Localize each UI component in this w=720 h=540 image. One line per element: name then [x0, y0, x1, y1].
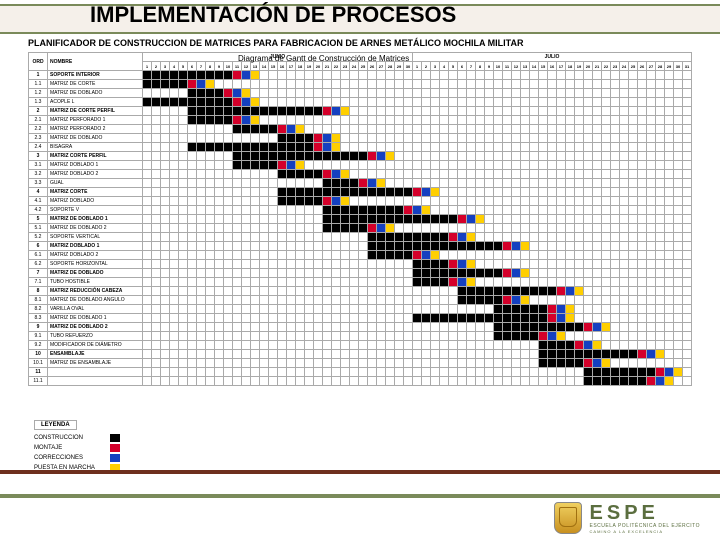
- table-row: 4.1MATRIZ DOBLADO: [29, 197, 692, 206]
- legend-item: MONTAJE: [34, 444, 120, 452]
- legend: LEYENDA CONSTRUCCIONMONTAJECORRECCIONESP…: [34, 420, 120, 472]
- footer-logo: ESPE ESCUELA POLITÉCNICA DEL EJÉRCITO CA…: [554, 502, 700, 534]
- table-row: 5.1MATRIZ DE DOBLADO 2: [29, 224, 692, 233]
- table-row: 9.2MODIFICADOR DE DIÁMETRO: [29, 341, 692, 350]
- table-row: 7MATRIZ DE DOBLADO: [29, 269, 692, 278]
- table-row: 1.1MATRIZ DE CORTE: [29, 80, 692, 89]
- table-row: 9.1TUBO REFUERZO: [29, 332, 692, 341]
- table-row: 8.3MATRIZ DE DOBLADO 1: [29, 314, 692, 323]
- table-row: 8.1MATRIZ DE DOBLADO ANGULO: [29, 296, 692, 305]
- table-row: 2.4BISAGRA: [29, 143, 692, 152]
- table-row: 2.3MATRIZ DE DOBLADO: [29, 134, 692, 143]
- table-row: 3.2MATRIZ DOBLADO 2: [29, 170, 692, 179]
- table-row: 1SOPORTE INTERIOR: [29, 71, 692, 80]
- chart-panel: PLANIFICADOR DE CONSTRUCCION DE MATRICES…: [28, 38, 700, 458]
- table-row: 8MATRIZ REDUCCIÓN CABEZA: [29, 287, 692, 296]
- chart-subtitle: Diagrama de Gantt de Construcción de Mat…: [238, 54, 409, 63]
- logo-sub2: CAMINO A LA EXCELENCIA: [590, 529, 700, 534]
- table-row: 11.1: [29, 377, 692, 386]
- table-row: 5MATRIZ DE DOBLADO 1: [29, 215, 692, 224]
- table-row: 1.3ACOPLE L: [29, 98, 692, 107]
- table-row: 4MATRIZ CORTE: [29, 188, 692, 197]
- logo-text: ESPE: [590, 503, 700, 523]
- table-row: 3.1MATRIZ DOBLADO 1: [29, 161, 692, 170]
- shield-icon: [554, 502, 582, 534]
- table-row: 10.1MATRIZ DE ENSAMBLAJE: [29, 359, 692, 368]
- table-row: 3MATRIZ CORTE PERFIL: [29, 152, 692, 161]
- chart-title: PLANIFICADOR DE CONSTRUCCION DE MATRICES…: [28, 38, 700, 48]
- table-row: 7.1TUBO HOSTIBLE: [29, 278, 692, 287]
- table-row: 6.2SOPORTE HORIZONTAL: [29, 260, 692, 269]
- table-row: 9MATRIZ DE DOBLADO 2: [29, 323, 692, 332]
- page-title: IMPLEMENTACIÓN DE PROCESOS: [90, 2, 456, 28]
- table-row: 5.2SOPORTE VERTICAL: [29, 233, 692, 242]
- table-row: 10ENSAMBLAJE: [29, 350, 692, 359]
- table-row: 2MATRIZ DE CORTE PERFIL: [29, 107, 692, 116]
- table-row: 3.3GUAL: [29, 179, 692, 188]
- legend-item: CORRECCIONES: [34, 454, 120, 462]
- footer-band: [0, 470, 720, 498]
- table-row: 1.2MATRIZ DE DOBLADO: [29, 89, 692, 98]
- table-row: 6.1MATRIZ DOBLADO 2: [29, 251, 692, 260]
- table-row: 6MATRIZ DOBLADO 1: [29, 242, 692, 251]
- table-row: 4.2SOPORTE V: [29, 206, 692, 215]
- table-row: 2.1MATRIZ PERFORADO 1: [29, 116, 692, 125]
- legend-title: LEYENDA: [34, 420, 77, 430]
- table-row: 11: [29, 368, 692, 377]
- gantt-table: ORDNOMBREJUNIOJULIO123456789101112131415…: [28, 52, 692, 386]
- table-row: 2.2MATRIZ PERFORADO 2: [29, 125, 692, 134]
- table-row: 8.2VARILLA OVAL: [29, 305, 692, 314]
- legend-item: CONSTRUCCION: [34, 434, 120, 442]
